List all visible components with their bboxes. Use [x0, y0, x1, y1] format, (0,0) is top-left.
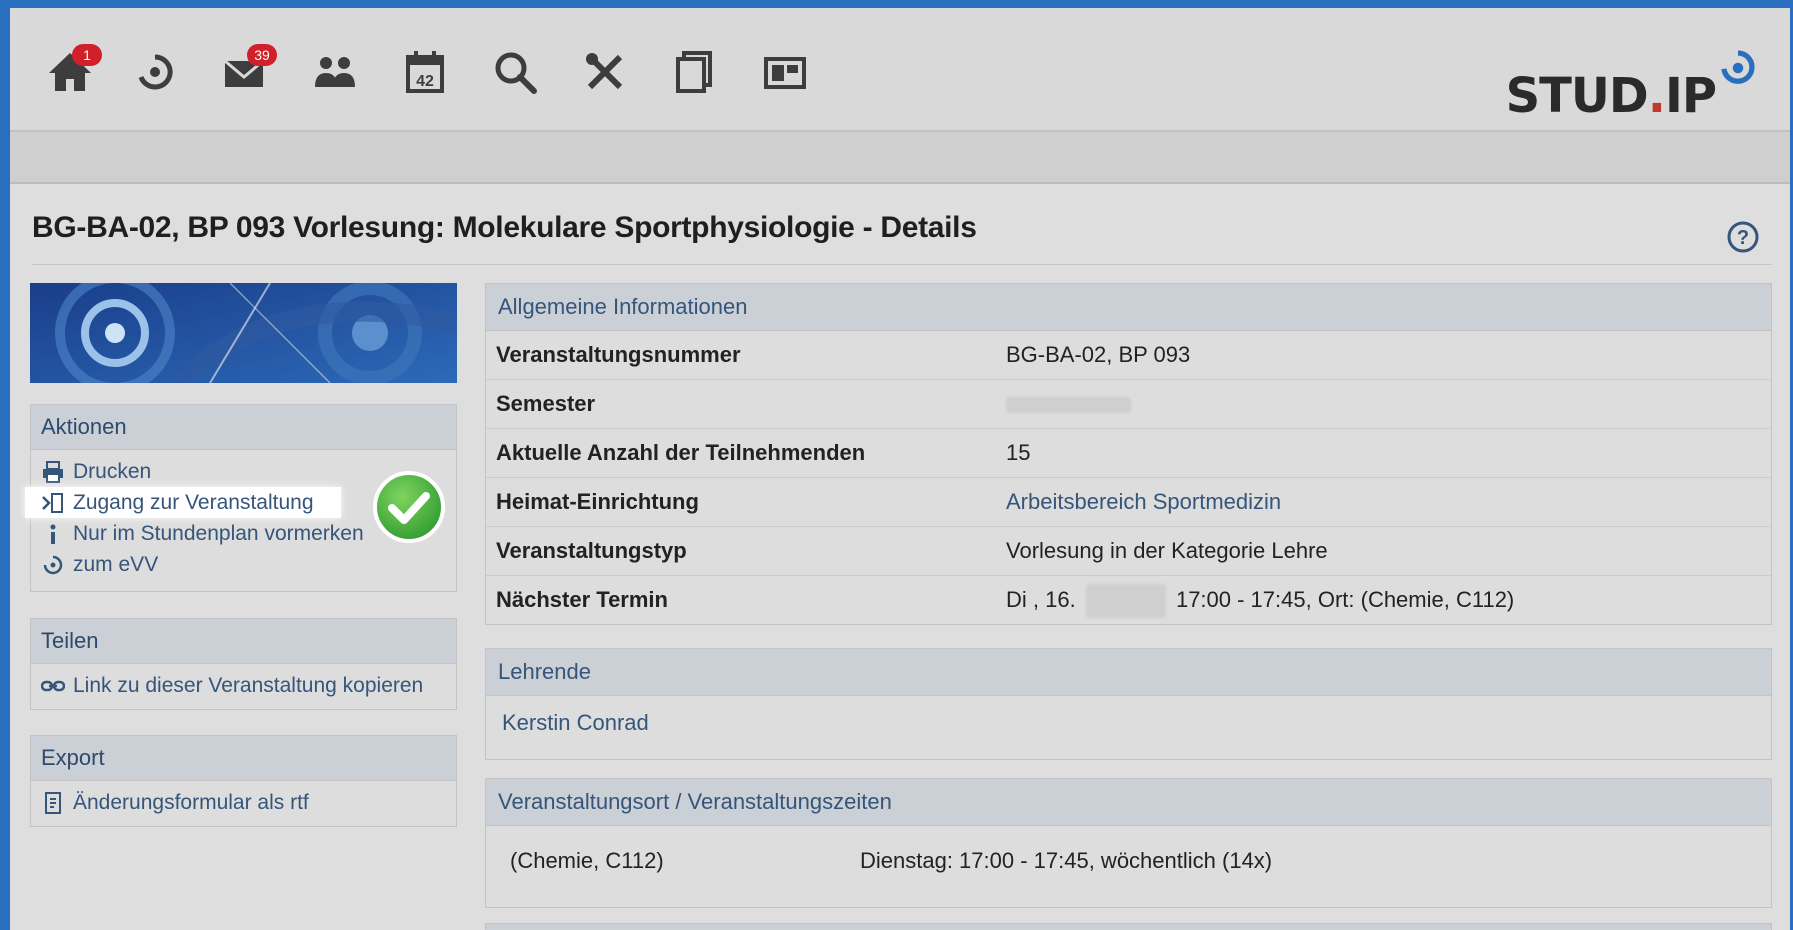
room: (Chemie, C112) [510, 848, 664, 873]
printer-icon [41, 460, 65, 484]
row-value: 15 [1006, 440, 1031, 465]
evv-action[interactable]: zum eVV [31, 549, 456, 580]
evv-label: zum eVV [73, 553, 159, 576]
schedule-bookmark-label: Nur im Stundenplan vormerken [73, 522, 364, 545]
search-icon[interactable] [485, 42, 545, 102]
next-date-suffix: 17:00 - 17:45, Ort: (Chemie, C112) [1175, 587, 1515, 612]
course-access-action[interactable]: Zugang zur Veranstaltung [25, 487, 341, 518]
export-heading: Export [31, 736, 456, 781]
studip-logo[interactable]: STUD.IP [1506, 46, 1760, 124]
row-value [1006, 380, 1771, 428]
table-row: Semester [486, 380, 1771, 429]
enter-icon [41, 491, 65, 515]
plugin-icon[interactable] [755, 42, 815, 102]
change-form-action[interactable]: Änderungsformular als rtf [31, 787, 456, 818]
row-key: Aktuelle Anzahl der Teilnehmenden [496, 440, 866, 465]
share-heading: Teilen [31, 619, 456, 664]
schedule-time: Dienstag: 17:00 - 17:45, wöchentlich (14… [860, 848, 1273, 873]
redacted-semester [1006, 397, 1131, 414]
next-section-heading [486, 924, 1771, 930]
copy-link-action[interactable]: Link zu dieser Veranstaltung kopieren [31, 670, 456, 701]
redacted-date [1085, 584, 1166, 619]
row-value: Di , 16. 17:00 - 17:45, Ort: (Chemie, C1… [1006, 576, 1771, 624]
row-value: BG-BA-02, BP 093 [1006, 342, 1191, 367]
print-label: Drucken [73, 460, 152, 483]
lecturers-box: Lehrende Kerstin Conrad [485, 648, 1772, 760]
course-banner-image [30, 283, 457, 383]
info-icon [41, 522, 65, 546]
files-icon[interactable] [665, 42, 725, 102]
table-row: Heimat-Einrichtung Arbeitsbereich Sportm… [486, 478, 1771, 527]
row-key: Heimat-Einrichtung [496, 489, 699, 514]
location-times-box: Veranstaltungsort / Veranstaltungszeiten… [485, 778, 1772, 908]
logo-mark-icon [1721, 50, 1755, 84]
top-navigation: 1 39 42 STUD.IP [10, 8, 1790, 130]
row-value: Vorlesung in der Kategorie Lehre [1006, 538, 1328, 563]
notification-badge: 1 [72, 44, 102, 66]
svg-text:?: ? [1737, 227, 1749, 249]
mail-icon[interactable]: 39 [215, 42, 277, 102]
home-institute-link[interactable]: Arbeitsbereich Sportmedizin [1006, 478, 1771, 526]
home-icon[interactable]: 1 [40, 42, 102, 102]
activity-icon[interactable] [125, 42, 185, 102]
help-icon[interactable]: ? [1726, 220, 1760, 254]
row-key: Veranstaltungstyp [496, 538, 687, 563]
row-key: Semester [496, 391, 596, 416]
secondary-navigation [10, 130, 1790, 184]
table-row: Nächster Termin Di , 16. 17:00 - 17:45, … [486, 576, 1771, 624]
community-icon[interactable] [305, 42, 365, 102]
tools-icon[interactable] [575, 42, 635, 102]
calendar-icon[interactable]: 42 [395, 42, 455, 102]
row-key: Veranstaltungsnummer [496, 342, 741, 367]
actions-heading: Aktionen [31, 405, 456, 450]
copy-link-label: Link zu dieser Veranstaltung kopieren [73, 674, 424, 697]
table-row: Veranstaltungstyp Vorlesung in der Kateg… [486, 527, 1771, 576]
svg-text:42: 42 [416, 73, 434, 90]
table-row: Aktuelle Anzahl der Teilnehmenden 15 [486, 429, 1771, 478]
row-key: Nächster Termin [496, 587, 668, 612]
next-date-prefix: Di , 16. [1006, 587, 1076, 612]
export-widget: Export Änderungsformular als rtf [30, 735, 457, 827]
general-info-heading: Allgemeine Informationen [486, 284, 1771, 331]
general-info-table: Allgemeine Informationen Veranstaltungsn… [485, 283, 1772, 625]
next-section-box [485, 923, 1772, 930]
divider [32, 264, 1772, 265]
logo-text: STUD.IP [1505, 68, 1717, 124]
link-icon [40, 674, 66, 698]
document-icon [41, 791, 65, 815]
lecturer-link[interactable]: Kerstin Conrad [486, 696, 1771, 736]
mail-badge: 39 [247, 44, 277, 66]
refresh-icon [41, 553, 65, 577]
app-window: 1 39 42 STUD.IP BG-BA-02, BP 093 Vorlesu… [10, 8, 1790, 930]
course-access-label: Zugang zur Veranstaltung [73, 491, 314, 514]
table-row: Veranstaltungsnummer BG-BA-02, BP 093 [486, 331, 1771, 380]
location-times-heading: Veranstaltungsort / Veranstaltungszeiten [486, 779, 1771, 826]
lecturers-heading: Lehrende [486, 649, 1771, 696]
change-form-label: Änderungsformular als rtf [73, 791, 309, 814]
share-widget: Teilen Link zu dieser Veranstaltung kopi… [30, 618, 457, 710]
page-title: BG-BA-02, BP 093 Vorlesung: Molekulare S… [32, 211, 977, 244]
check-icon [373, 471, 445, 543]
